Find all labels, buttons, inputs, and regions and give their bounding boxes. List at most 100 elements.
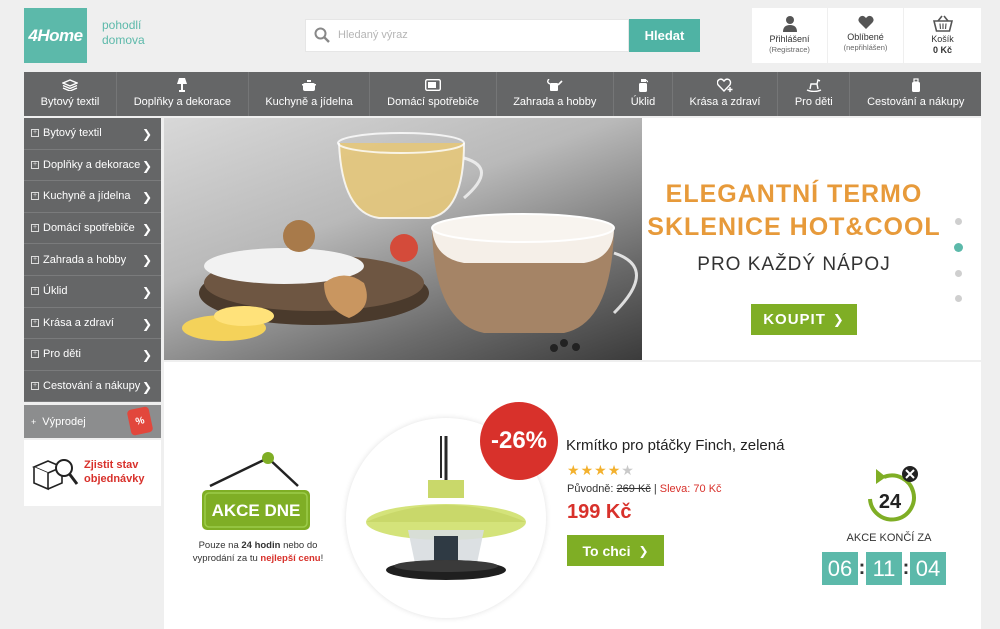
deal-sign-label: AKCE DNE — [212, 501, 301, 520]
chevron-right-icon: ❯ — [141, 348, 152, 363]
basket-icon — [932, 15, 953, 32]
sidebar-item-kuchyne[interactable]: + Kuchyně a jídelna ❯ — [24, 181, 161, 213]
buy-now-button[interactable]: To chci ❯ — [567, 535, 664, 566]
sale-label: Výprodej — [42, 415, 86, 428]
nav-item-label: Domácí spotřebiče — [387, 96, 479, 108]
nav-item-label: Pro děti — [794, 96, 833, 108]
sidebar-item-zahrada[interactable]: + Zahrada a hobby ❯ — [24, 244, 161, 276]
chevron-right-icon: ❯ — [638, 543, 649, 558]
chevron-right-icon: ❯ — [141, 316, 152, 331]
nav-item-doplnky[interactable]: Doplňky a dekorace — [117, 72, 249, 116]
tagline: pohodlí domova — [102, 18, 145, 48]
sidebar-item-doplnky[interactable]: + Doplňky a dekorace ❯ — [24, 149, 161, 182]
order-status-line2: objednávky — [84, 473, 145, 485]
star-icon: ★ — [594, 462, 608, 478]
appliance-icon — [424, 79, 441, 91]
textile-icon — [62, 79, 79, 91]
sidebar-item-cestovani[interactable]: + Cestování a nákupy ❯ — [24, 370, 161, 403]
slide-dot-2[interactable] — [953, 243, 963, 252]
nav-item-pro-deti[interactable]: Pro děti — [778, 72, 851, 116]
deal-note: Pouze na 24 hodin nebo do vyprodání za t… — [178, 539, 338, 565]
nav-item-label: Bytový textil — [40, 96, 100, 108]
sidebar-item-spotrebice[interactable]: + Domácí spotřebiče ❯ — [24, 212, 161, 245]
nav-item-label: Doplňky a dekorace — [133, 96, 231, 108]
expand-icon: + — [31, 129, 39, 138]
sidebar-item-label: Bytový textil — [43, 127, 102, 140]
chevron-right-icon: ❯ — [141, 127, 152, 141]
user-icon — [782, 16, 797, 32]
nav-item-cestovani[interactable]: Cestování a nákupy — [850, 72, 981, 116]
banner-buy-button[interactable]: KOUPIT ❯ — [751, 304, 857, 335]
cart-button[interactable]: Košík 0 Kč — [904, 8, 981, 63]
nav-item-bytovy-textil[interactable]: Bytový textil — [24, 72, 118, 116]
banner-buy-label: KOUPIT — [763, 311, 826, 328]
countdown-hours: 06 — [822, 552, 858, 585]
countdown-label: AKCE KONČÍ ZA — [846, 532, 932, 544]
nav-item-kuchyne[interactable]: Kuchyně a jídelna — [249, 72, 371, 116]
discount-amount: Sleva: 70 Kč — [659, 483, 722, 495]
nav-item-label: Kuchyně a jídelna — [265, 96, 353, 108]
expand-icon: + — [31, 318, 39, 327]
logo[interactable]: 4Home — [24, 8, 87, 63]
main-navigation: Bytový textil Doplňky a dekorace Kuchyně… — [24, 72, 981, 116]
nav-item-zahrada[interactable]: Zahrada a hobby — [497, 72, 615, 116]
countdown-colon: : — [858, 557, 866, 579]
lamp-icon — [177, 78, 188, 92]
star-icon: ★ — [580, 462, 595, 478]
chevron-right-icon: ❯ — [141, 158, 152, 173]
timer-number: 24 — [879, 491, 902, 513]
nav-item-spotrebice[interactable]: Domácí spotřebiče — [370, 72, 497, 116]
chevron-right-icon: ❯ — [832, 311, 845, 327]
sidebar-item-uklid[interactable]: + Úklid ❯ — [24, 275, 161, 308]
deal-sign: AKCE DNE — [202, 452, 310, 530]
expand-icon: + — [31, 255, 39, 264]
nav-item-uklid[interactable]: Úklid — [614, 72, 673, 116]
cart-label: Košík — [931, 34, 954, 44]
sidebar-item-label: Zahrada a hobby — [43, 253, 127, 266]
original-price: 269 Kč — [616, 483, 651, 495]
sidebar-item-vyprodej[interactable]: + Výprodej % — [24, 405, 161, 438]
package-search-icon — [32, 459, 79, 491]
favorites-label: Oblíbené — [847, 32, 884, 42]
header: 4Home pohodlí domova Hledaný výraz Hleda… — [0, 0, 1000, 70]
slide-dot-4[interactable] — [954, 295, 962, 302]
sidebar-item-pro-deti[interactable]: + Pro děti ❯ — [24, 339, 161, 371]
order-status-link[interactable]: Zjistit stav objednávky — [24, 440, 161, 506]
slide-dot-1[interactable] — [954, 218, 962, 225]
deal-of-the-day: AKCE DNE Pouze na 24 hodin nebo do vypro… — [164, 362, 981, 629]
heart-icon — [857, 15, 874, 29]
expand-icon: + — [31, 224, 39, 233]
login-button[interactable]: Přihlášení (Registrace) — [752, 8, 827, 63]
sidebar-item-krasa[interactable]: + Krása a zdraví ❯ — [24, 307, 161, 340]
sidebar-item-bytovy-textil[interactable]: + Bytový textil ❯ — [24, 118, 161, 150]
tagline-line2: domova — [102, 33, 145, 47]
price-info: Původně: 269 Kč | Sleva: 70 Kč — [567, 483, 722, 495]
star-icon: ★ — [567, 462, 581, 478]
favorites-button[interactable]: Oblíbené (nepřihlášen) — [828, 8, 903, 63]
countdown-seconds: 04 — [910, 552, 946, 585]
nav-item-label: Cestování a nákupy — [867, 96, 965, 108]
banner-subline: PRO KAŽDÝ NÁPOJ — [697, 254, 891, 275]
sidebar-item-label: Kuchyně a jídelna — [43, 190, 131, 203]
hero-banner[interactable]: ELEGANTNÍ TERMO SKLENICE HOT&COOL PRO KA… — [164, 118, 981, 360]
category-sidebar: + Bytový textil ❯ + Doplňky a dekorace ❯ + Ku… — [24, 118, 161, 403]
tagline-line1: pohodlí — [102, 18, 142, 32]
heart-plus-icon — [717, 78, 733, 92]
deal-note-red: nejlepší cenu — [260, 553, 321, 564]
slide-dot-3[interactable] — [954, 270, 962, 277]
chevron-right-icon: ❯ — [141, 379, 152, 394]
nav-item-label: Krása a zdraví — [689, 96, 761, 108]
nav-item-krasa[interactable]: Krása a zdraví — [673, 72, 779, 116]
sidebar-item-label: Cestování a nákupy — [43, 380, 141, 393]
product-title[interactable]: Krmítko pro ptáčky Finch, zelená — [566, 437, 784, 454]
chevron-right-icon: ❯ — [141, 190, 152, 205]
pot-icon — [302, 79, 317, 91]
sidebar-item-label: Domácí spotřebiče — [43, 222, 135, 235]
search-input[interactable]: Hledaný výraz — [305, 19, 629, 52]
register-link[interactable]: (Registrace) — [752, 45, 827, 54]
sidebar-item-label: Krása a zdraví — [43, 316, 114, 329]
deal-note-pre: Pouze na — [198, 540, 242, 551]
search-button[interactable]: Hledat — [629, 19, 700, 52]
suitcase-icon — [911, 78, 920, 92]
rocking-horse-icon — [806, 78, 822, 92]
